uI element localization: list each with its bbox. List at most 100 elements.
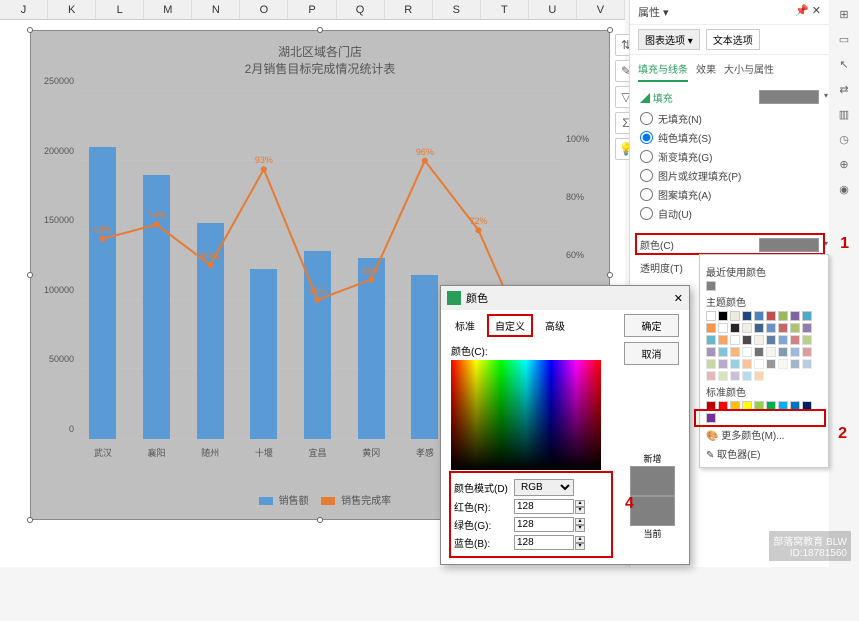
- col-T[interactable]: T: [481, 0, 529, 19]
- fill-gradient[interactable]: 渐变填充(G): [640, 149, 819, 164]
- theme-swatch[interactable]: [790, 311, 800, 321]
- fill-solid[interactable]: 纯色填充(S): [640, 130, 819, 145]
- spin-down[interactable]: ▾: [575, 543, 585, 550]
- theme-swatch[interactable]: [802, 311, 812, 321]
- std-swatch[interactable]: [778, 401, 788, 411]
- theme-swatch[interactable]: [754, 347, 764, 357]
- resize-handle[interactable]: [27, 272, 33, 278]
- std-swatch[interactable]: [754, 401, 764, 411]
- theme-swatch[interactable]: [730, 323, 740, 333]
- theme-swatch[interactable]: [718, 323, 728, 333]
- std-swatch[interactable]: [790, 401, 800, 411]
- resize-handle[interactable]: [27, 517, 33, 523]
- fill-pattern[interactable]: 图案填充(A): [640, 187, 819, 202]
- fill-color-swatch[interactable]: [759, 90, 819, 104]
- theme-swatch[interactable]: [766, 311, 776, 321]
- col-P[interactable]: P: [288, 0, 336, 19]
- theme-swatch[interactable]: [778, 311, 788, 321]
- more-colors-link[interactable]: 🎨 更多颜色(M)...: [706, 427, 822, 442]
- fill-none[interactable]: 无填充(N): [640, 111, 819, 126]
- theme-swatch[interactable]: [778, 323, 788, 333]
- tab-standard[interactable]: 标准: [449, 316, 481, 335]
- col-N[interactable]: N: [192, 0, 240, 19]
- theme-swatch[interactable]: [730, 371, 740, 381]
- std-swatch[interactable]: [718, 401, 728, 411]
- resize-handle[interactable]: [317, 27, 323, 33]
- spin-up[interactable]: ▴: [575, 500, 585, 507]
- clock-icon[interactable]: ◷: [833, 128, 855, 150]
- theme-swatch[interactable]: [718, 311, 728, 321]
- theme-swatch[interactable]: [802, 335, 812, 345]
- dialog-titlebar[interactable]: 颜色 ✕: [441, 286, 689, 310]
- theme-swatch[interactable]: [706, 359, 716, 369]
- col-M[interactable]: M: [144, 0, 192, 19]
- resize-handle[interactable]: [607, 272, 613, 278]
- theme-swatch[interactable]: [718, 371, 728, 381]
- blue-input[interactable]: [514, 535, 574, 550]
- fill-section-title[interactable]: ◢ 填充: [640, 90, 819, 105]
- tab-size-props[interactable]: 大小与属性: [724, 61, 774, 82]
- green-input[interactable]: [514, 517, 574, 532]
- theme-swatch[interactable]: [766, 359, 776, 369]
- col-R[interactable]: R: [385, 0, 433, 19]
- cursor-icon[interactable]: ↖: [833, 53, 855, 75]
- recent-swatch[interactable]: [706, 281, 716, 291]
- spin-up[interactable]: ▴: [575, 518, 585, 525]
- theme-swatch[interactable]: [766, 347, 776, 357]
- spin-down[interactable]: ▾: [575, 507, 585, 514]
- chart-title[interactable]: 湖北区域各门店 2月销售目标完成情况统计表: [31, 31, 609, 85]
- tab-advanced[interactable]: 高级: [539, 316, 571, 335]
- theme-swatch[interactable]: [790, 323, 800, 333]
- theme-swatch[interactable]: [730, 359, 740, 369]
- theme-swatch[interactable]: [718, 347, 728, 357]
- theme-swatch[interactable]: [742, 371, 752, 381]
- std-swatch[interactable]: [730, 401, 740, 411]
- fill-auto[interactable]: 自动(U): [640, 206, 819, 221]
- col-J[interactable]: J: [0, 0, 48, 19]
- std-swatch[interactable]: [742, 401, 752, 411]
- tab-text-options[interactable]: 文本选项: [706, 29, 760, 50]
- settings-icon[interactable]: ⇄: [833, 78, 855, 100]
- fill-picture[interactable]: 图片或纹理填充(P): [640, 168, 819, 183]
- theme-swatch[interactable]: [802, 323, 812, 333]
- tab-chart-options[interactable]: 图表选项 ▾: [638, 29, 700, 50]
- resize-handle[interactable]: [317, 517, 323, 523]
- pin-icon[interactable]: 📌 ✕: [795, 4, 821, 20]
- spin-up[interactable]: ▴: [575, 536, 585, 543]
- spin-down[interactable]: ▾: [575, 525, 585, 532]
- theme-swatch[interactable]: [754, 335, 764, 345]
- cancel-button[interactable]: 取消: [624, 342, 679, 365]
- std-swatch[interactable]: [706, 401, 716, 411]
- col-O[interactable]: O: [240, 0, 288, 19]
- resize-handle[interactable]: [27, 27, 33, 33]
- theme-swatch[interactable]: [802, 359, 812, 369]
- theme-swatch[interactable]: [742, 347, 752, 357]
- eyedropper-link[interactable]: ✎ 取色器(E): [706, 446, 822, 461]
- strip-icon[interactable]: ⊞: [833, 3, 855, 25]
- theme-swatch[interactable]: [742, 323, 752, 333]
- theme-swatch[interactable]: [706, 371, 716, 381]
- col-S[interactable]: S: [433, 0, 481, 19]
- col-U[interactable]: U: [529, 0, 577, 19]
- theme-swatch[interactable]: [706, 347, 716, 357]
- theme-swatch[interactable]: [754, 323, 764, 333]
- theme-swatch[interactable]: [754, 371, 764, 381]
- col-V[interactable]: V: [577, 0, 625, 19]
- theme-swatch[interactable]: [706, 335, 716, 345]
- theme-swatch[interactable]: [766, 323, 776, 333]
- red-input[interactable]: [514, 499, 574, 514]
- theme-swatch[interactable]: [742, 311, 752, 321]
- theme-swatch[interactable]: [790, 335, 800, 345]
- tab-custom[interactable]: 自定义: [489, 316, 531, 335]
- tab-fill-line[interactable]: 填充与线条: [638, 61, 688, 82]
- theme-swatch[interactable]: [730, 347, 740, 357]
- std-swatch[interactable]: [766, 401, 776, 411]
- theme-swatch[interactable]: [718, 359, 728, 369]
- color-gradient-picker[interactable]: [451, 360, 601, 470]
- strip-icon[interactable]: ▭: [833, 28, 855, 50]
- theme-swatch[interactable]: [718, 335, 728, 345]
- theme-swatch[interactable]: [790, 347, 800, 357]
- theme-swatch[interactable]: [730, 311, 740, 321]
- theme-swatch[interactable]: [778, 347, 788, 357]
- theme-swatch[interactable]: [754, 311, 764, 321]
